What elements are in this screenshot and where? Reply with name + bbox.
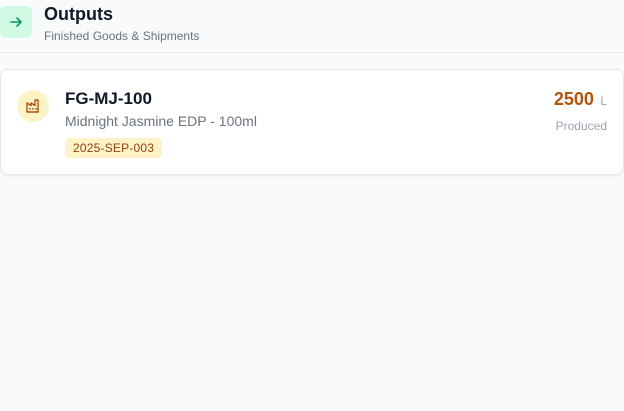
status-label: Produced [555,119,607,133]
quantity-unit: L [600,94,607,108]
product-name: Midnight Jasmine EDP - 100ml [65,113,257,129]
page-subtitle: Finished Goods & Shipments [44,29,200,43]
page-title: Outputs [44,4,113,24]
outputs-header: Outputs Finished Goods & Shipments [0,0,624,53]
quantity-value: 2500 [553,89,594,109]
batch-badge: 2025-SEP-003 [65,138,163,158]
product-sku: FG-MJ-100 [65,89,152,108]
factory-icon [17,90,49,122]
output-card[interactable]: FG-MJ-100 Midnight Jasmine EDP - 100ml 2… [0,69,624,175]
arrow-right-icon [0,6,32,38]
quantity: 2500 L [554,89,607,110]
